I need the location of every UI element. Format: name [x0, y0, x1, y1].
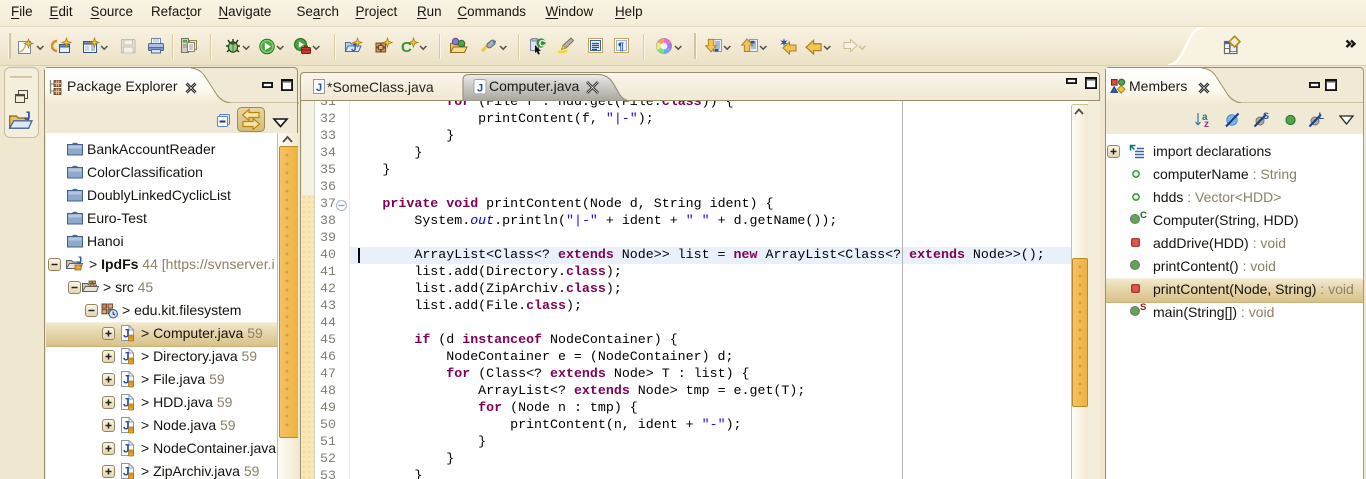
- svg-text:J: J: [24, 109, 31, 123]
- svg-text:J: J: [477, 83, 483, 95]
- svg-text:S: S: [1263, 111, 1269, 121]
- svg-text:C: C: [401, 39, 412, 56]
- svg-text:C: C: [539, 38, 546, 49]
- svg-text:J: J: [351, 43, 357, 54]
- svg-text:¶: ¶: [618, 41, 624, 53]
- svg-text:J: J: [316, 82, 322, 94]
- svg-text:z: z: [1204, 119, 1209, 130]
- svg-text:L: L: [1319, 111, 1325, 121]
